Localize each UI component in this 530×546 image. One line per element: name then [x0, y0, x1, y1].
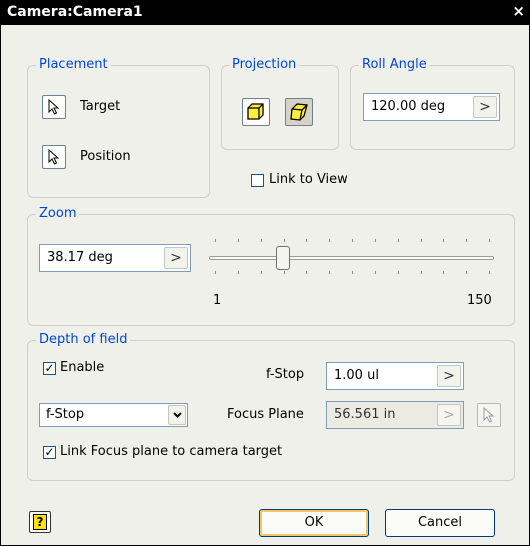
cursor-arrow-icon	[483, 407, 495, 423]
slider-tick	[306, 239, 308, 242]
enable-checkbox[interactable]: ✓	[43, 362, 56, 375]
slider-tick	[374, 271, 376, 274]
slider-tick	[420, 239, 422, 242]
slider-tick	[489, 271, 490, 274]
focus-plane-label: Focus Plane	[227, 407, 304, 422]
position-pick-button[interactable]	[42, 145, 66, 169]
zoom-field[interactable]: 38.17 deg >	[39, 244, 191, 272]
dof-mode-value[interactable]: f-Stop	[46, 407, 84, 422]
orthographic-button[interactable]	[242, 98, 270, 126]
slider-tick	[352, 271, 353, 274]
slider-tick	[397, 239, 399, 242]
enable-label: Enable	[60, 360, 105, 375]
help-icon: ?	[33, 514, 47, 530]
fstop-field[interactable]: 1.00 ul >	[326, 362, 464, 390]
cursor-arrow-icon	[48, 99, 60, 115]
focus-plane-arrow-button: >	[437, 404, 461, 426]
slider-tick	[352, 239, 353, 242]
slider-tick	[329, 271, 331, 274]
camera-dialog: Camera:Camera1 × Placement Target Positi…	[0, 0, 530, 546]
slider-tick	[306, 271, 308, 274]
link-to-view-label: Link to View	[269, 172, 348, 187]
fstop-arrow-button[interactable]: >	[437, 365, 461, 387]
ok-button[interactable]: OK	[259, 509, 369, 537]
close-icon[interactable]: ×	[512, 2, 525, 20]
zoom-slider-thumb[interactable]	[276, 246, 291, 270]
roll-angle-legend: Roll Angle	[359, 57, 430, 72]
slider-tick	[283, 271, 285, 274]
slider-tick	[466, 239, 468, 242]
zoom-value[interactable]: 38.17 deg	[47, 250, 113, 265]
slider-tick	[489, 239, 490, 242]
dof-mode-select[interactable]: f-Stop	[39, 403, 188, 427]
slider-tick	[215, 271, 216, 274]
slider-tick	[283, 239, 285, 242]
slider-tick	[443, 271, 445, 274]
slider-tick	[466, 271, 468, 274]
slider-tick	[420, 271, 422, 274]
help-button[interactable]: ?	[29, 511, 51, 533]
slider-tick	[397, 271, 399, 274]
roll-angle-field[interactable]: 120.00 deg >	[363, 93, 500, 121]
fstop-label: f-Stop	[266, 367, 305, 382]
projection-legend: Projection	[229, 57, 300, 72]
projection-group	[221, 65, 339, 150]
slider-tick	[237, 239, 239, 242]
focus-plane-field: 56.561 in >	[326, 401, 464, 429]
slider-tick	[443, 239, 445, 242]
roll-angle-value[interactable]: 120.00 deg	[371, 99, 445, 114]
perspective-button[interactable]	[285, 98, 313, 126]
zoom-legend: Zoom	[36, 206, 80, 221]
placement-group	[27, 65, 210, 198]
zoom-slider-track[interactable]	[209, 256, 494, 260]
slider-tick	[260, 239, 262, 242]
cursor-arrow-icon	[48, 149, 60, 165]
cancel-button[interactable]: Cancel	[385, 509, 495, 537]
roll-angle-arrow-button[interactable]: >	[473, 96, 497, 118]
zoom-arrow-button[interactable]: >	[164, 247, 188, 269]
check-icon: ✓	[44, 361, 55, 375]
focus-plane-value: 56.561 in	[334, 407, 396, 422]
slider-tick	[374, 239, 376, 242]
link-focus-checkbox[interactable]: ✓	[43, 446, 56, 459]
target-label: Target	[80, 99, 121, 114]
perspective-cube-icon	[290, 103, 308, 121]
link-to-view-checkbox[interactable]	[251, 174, 264, 187]
placement-legend: Placement	[36, 57, 111, 72]
slider-tick	[237, 271, 239, 274]
depth-of-field-legend: Depth of field	[36, 332, 131, 347]
check-icon: ✓	[44, 445, 55, 459]
link-focus-label: Link Focus plane to camera target	[60, 444, 283, 459]
focus-plane-pick-button[interactable]	[477, 403, 501, 427]
chevron-down-icon[interactable]	[168, 405, 186, 425]
title-bar[interactable]: Camera:Camera1 ×	[1, 1, 529, 25]
dialog-title: Camera:Camera1	[7, 4, 143, 20]
zoom-slider-max-label: 150	[467, 293, 492, 308]
slider-tick	[215, 239, 216, 242]
zoom-slider-min-label: 1	[213, 293, 222, 308]
slider-tick	[260, 271, 262, 274]
orthographic-cube-icon	[247, 103, 264, 120]
target-pick-button[interactable]	[42, 95, 66, 119]
slider-tick	[329, 239, 331, 242]
position-label: Position	[80, 149, 131, 164]
fstop-value[interactable]: 1.00 ul	[334, 368, 379, 383]
